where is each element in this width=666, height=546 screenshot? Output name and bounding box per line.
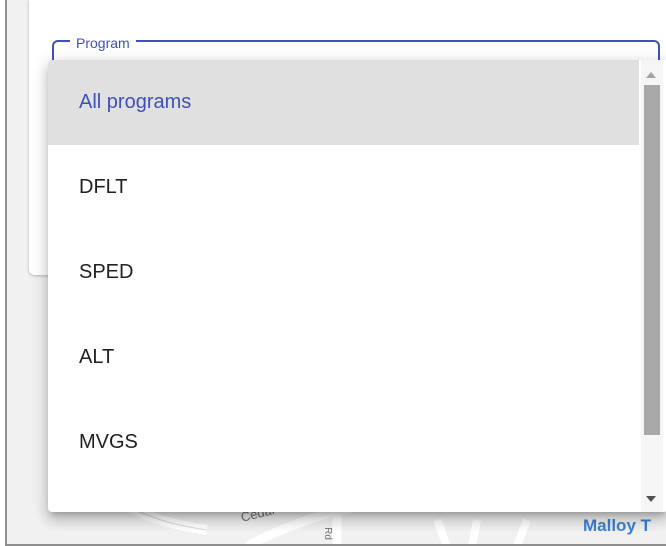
option-mvgs[interactable]: MVGS xyxy=(48,400,639,485)
scroll-up-arrow-icon[interactable] xyxy=(646,72,656,78)
option-alt[interactable]: ALT xyxy=(48,315,639,400)
map-place-label[interactable]: Malloy T xyxy=(583,516,651,536)
menu-scrollbar[interactable] xyxy=(641,60,663,512)
program-options-list: All programs DFLT SPED ALT MVGS xyxy=(48,60,639,485)
map-road-label: Rd xyxy=(321,527,333,540)
scrollbar-thumb[interactable] xyxy=(644,85,660,435)
option-dflt[interactable]: DFLT xyxy=(48,145,639,230)
option-all-programs[interactable]: All programs xyxy=(48,60,639,145)
scroll-down-arrow-icon[interactable] xyxy=(646,496,656,502)
program-dropdown-menu: All programs DFLT SPED ALT MVGS xyxy=(48,60,666,512)
option-sped[interactable]: SPED xyxy=(48,230,639,315)
program-select-label: Program xyxy=(70,35,136,51)
